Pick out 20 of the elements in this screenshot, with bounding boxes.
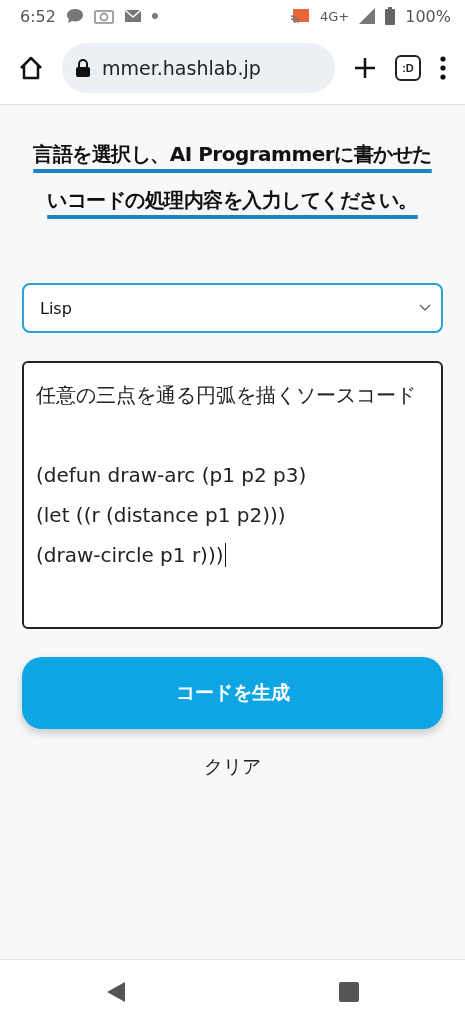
url-text: mmer.hashlab.jp [102, 57, 261, 79]
clear-button[interactable]: クリア [198, 753, 267, 781]
url-bar[interactable]: mmer.hashlab.jp [62, 43, 335, 93]
mail-icon [123, 9, 142, 23]
battery-level: 100% [405, 6, 451, 26]
prompt-field[interactable]: 任意の三点を通る円弧を描くソースコード (defun draw-arc (p1 p2 p3) (let ((r (distance p1 p2))) (draw-circle p1 r))) [22, 361, 443, 629]
tab-switcher-button[interactable]: :D [395, 55, 421, 81]
network-type: 4G+ [320, 8, 350, 24]
signal-icon [359, 8, 376, 24]
lock-icon [76, 59, 90, 77]
page-heading: 言語を選択し、AI Programmerに書かせたいコードの処理内容を入力してください。 [33, 142, 432, 212]
chevron-down-icon [419, 304, 431, 312]
more-icon [439, 56, 447, 80]
language-select[interactable]: Lisp [22, 283, 443, 333]
status-time: 6:52 [20, 6, 56, 26]
battery-icon [385, 7, 396, 25]
camera-icon [93, 8, 114, 24]
cast-icon [290, 8, 310, 24]
dot-icon [151, 13, 158, 19]
chat-icon [65, 8, 84, 24]
